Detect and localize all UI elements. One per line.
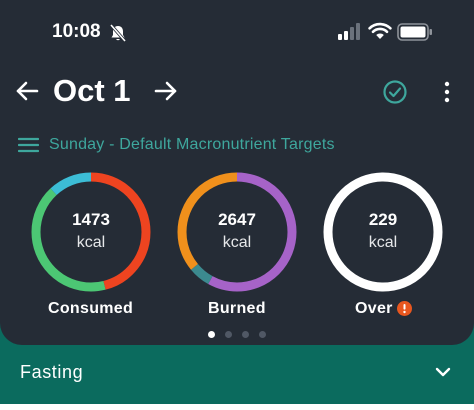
date-title[interactable]: Oct 1 — [53, 73, 131, 109]
chevron-down-icon[interactable] — [434, 365, 452, 379]
alert-icon[interactable] — [397, 301, 412, 316]
over-label: Over — [355, 300, 393, 317]
consumed-ring-chart — [31, 172, 151, 292]
over-kcal-unit: kcal — [368, 234, 398, 251]
fasting-label: Fasting — [20, 362, 84, 382]
burned-label: Burned — [208, 300, 266, 317]
page-dot[interactable] — [208, 331, 215, 338]
cell-signal-icon — [338, 23, 360, 40]
day-complete-check-icon[interactable] — [382, 79, 408, 105]
consumed-ring[interactable]: 1473 kcal — [29, 170, 153, 294]
over-kcal-value: 229 — [368, 210, 398, 229]
battery-icon — [397, 23, 432, 41]
burned-ring-chart — [177, 172, 297, 292]
ring-segment — [323, 172, 443, 292]
hamburger-menu-icon[interactable] — [18, 137, 39, 153]
page-dot[interactable] — [225, 331, 232, 338]
over-ring[interactable]: 229 kcal — [321, 170, 445, 294]
more-options-icon[interactable] — [438, 80, 456, 104]
consumed-label: Consumed — [48, 300, 134, 317]
page-indicator[interactable] — [208, 331, 268, 339]
summary-card: 10:08 Oct 1 Sunday - Default Macronutrie… — [0, 0, 474, 345]
page-dot[interactable] — [259, 331, 266, 338]
burned-kcal-unit: kcal — [222, 234, 252, 251]
burned-kcal-value: 2647 — [218, 210, 256, 229]
burned-ring[interactable]: 2647 kcal — [175, 170, 299, 294]
next-day-arrow-icon[interactable] — [154, 80, 178, 102]
page-dot[interactable] — [242, 331, 249, 338]
consumed-kcal-value: 1473 — [72, 210, 110, 229]
macronutrient-targets-link[interactable]: Sunday - Default Macronutrient Targets — [49, 136, 335, 154]
consumed-kcal-unit: kcal — [76, 234, 106, 251]
over-ring-chart — [323, 172, 443, 292]
wifi-icon — [368, 22, 392, 39]
bell-muted-icon — [109, 23, 127, 43]
status-time: 10:08 — [52, 21, 101, 42]
previous-day-arrow-icon[interactable] — [15, 80, 39, 102]
